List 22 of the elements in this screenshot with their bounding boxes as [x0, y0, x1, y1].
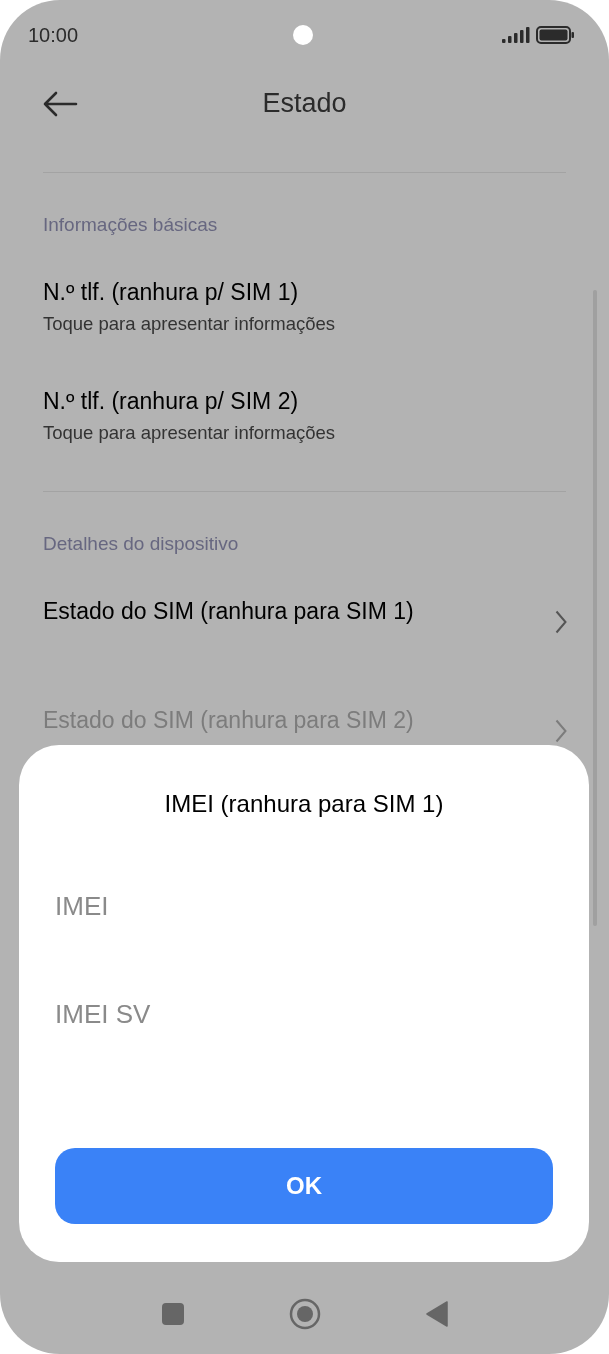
section-header: Informações básicas — [42, 213, 219, 237]
settings-item[interactable]: N.º tlf. (ranhura p/ SIM 2) Toque para apresentar informações — [0, 366, 609, 475]
item-title: Estado do SIM (ranhura para SIM 1) — [43, 597, 414, 625]
item-title: N.º tlf. (ranhura p/ SIM 2) — [43, 387, 299, 415]
item-subtitle: Toque para apresentar informações — [43, 421, 337, 445]
battery-icon — [536, 26, 575, 44]
home-button[interactable] — [288, 1298, 321, 1330]
chevron-icon — [555, 719, 567, 743]
signal-icon — [502, 27, 530, 43]
clock: 10:00 — [28, 23, 79, 47]
settings-item[interactable]: N.º tlf. (ranhura p/ SIM 1) Toque para apresentar informações — [0, 257, 609, 366]
settings-item[interactable]: Estado do SIM (ranhura para SIM 1) — [0, 576, 609, 685]
camera-hole — [293, 25, 313, 45]
section-header: Detalhes do dispositivo — [42, 532, 240, 556]
chevron-icon — [555, 610, 567, 634]
item-title: N.º tlf. (ranhura p/ SIM 1) — [43, 278, 299, 306]
field-label: IMEI SV — [55, 998, 152, 1030]
dialog-title: IMEI (ranhura para SIM 1) — [163, 789, 445, 819]
field-label: IMEI — [55, 890, 110, 922]
item-subtitle: Toque para apresentar informações — [43, 312, 337, 336]
ok-button[interactable]: OK — [55, 1148, 553, 1224]
screen-title: Estado — [262, 87, 347, 120]
